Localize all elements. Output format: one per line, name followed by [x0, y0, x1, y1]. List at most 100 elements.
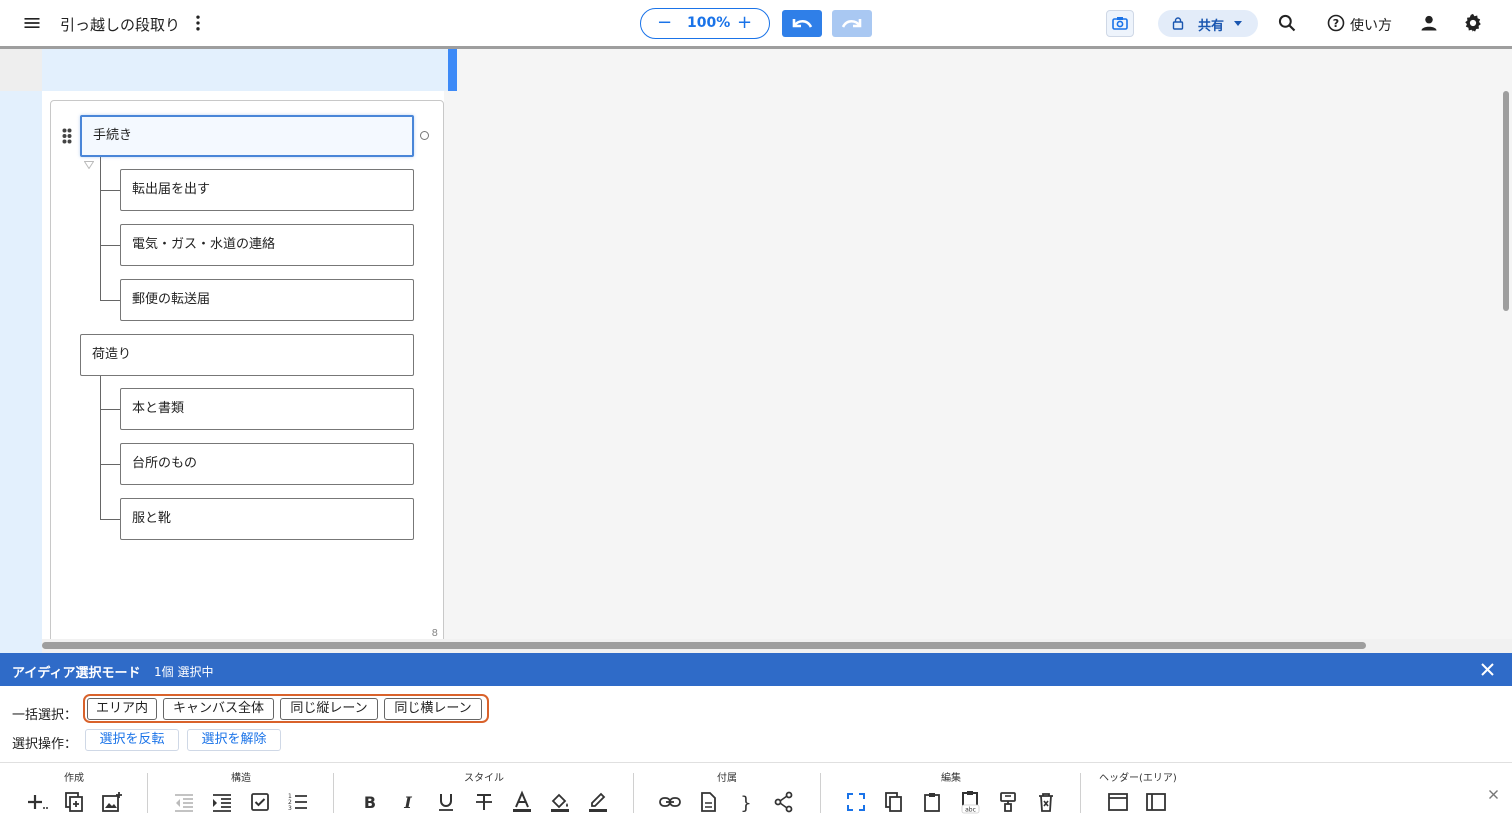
share-button[interactable]: 共有 [1158, 10, 1258, 37]
svg-text:B: B [364, 793, 376, 812]
idea-node[interactable]: 台所のもの [120, 443, 414, 485]
lane-resize-handle[interactable] [448, 49, 457, 91]
svg-text:?: ? [1333, 17, 1339, 30]
menu-icon[interactable] [22, 13, 42, 33]
paste-icon[interactable] [920, 790, 944, 814]
vertical-lane-header[interactable] [42, 49, 448, 91]
numbered-list-icon[interactable]: 123 [286, 790, 310, 814]
lock-icon [1172, 17, 1184, 30]
strikethrough-icon[interactable] [472, 790, 496, 814]
account-icon[interactable] [1419, 13, 1439, 33]
horizontal-scrollbar[interactable] [42, 642, 1366, 649]
group-label-attachments: 付属 [717, 773, 737, 784]
idea-node[interactable]: 荷造り [80, 334, 414, 376]
underline-icon[interactable] [434, 790, 458, 814]
more-vert-icon[interactable] [188, 13, 208, 33]
group-label-create: 作成 [64, 773, 84, 784]
text-color-icon[interactable] [510, 790, 534, 814]
svg-text:3: 3 [288, 805, 292, 812]
select-same-horizontal-lane-button[interactable]: 同じ横レーン [384, 698, 482, 720]
border-color-icon[interactable] [586, 790, 610, 814]
select-whole-canvas-button[interactable]: キャンバス全体 [163, 698, 274, 720]
outdent-icon[interactable] [172, 790, 196, 814]
toolbar-separator [147, 773, 148, 813]
connector-line [100, 300, 120, 301]
zoom-level: 100% [687, 15, 731, 31]
indent-icon[interactable] [210, 790, 234, 814]
paste-text-icon[interactable]: abc [958, 790, 982, 814]
group-label-header: ヘッダー(エリア) [1099, 773, 1177, 784]
checkbox-icon[interactable] [248, 790, 272, 814]
canvas[interactable]: 8 手続き 転出届を出す 電気・ガス・水道の連絡 郵便の転送届 荷造り 本と書類… [0, 49, 1512, 653]
caret-down-icon [1234, 21, 1242, 26]
toolbar-separator [820, 773, 821, 813]
bottom-toolbar: 作成 構造 スタイル 付属 編集 ヘッダー(エリア) 123 B I} abc [0, 762, 1512, 825]
copy-icon[interactable] [882, 790, 906, 814]
area-count: 8 [431, 628, 438, 639]
mode-title: アイディア選択モード [12, 666, 141, 681]
note-document-icon[interactable] [696, 790, 720, 814]
header-top-icon[interactable] [1106, 790, 1130, 814]
fill-color-icon[interactable] [548, 790, 572, 814]
help-icon[interactable]: ? [1327, 14, 1345, 32]
help-link[interactable]: 使い方 [1350, 15, 1392, 35]
toolbar-separator [333, 773, 334, 813]
idea-node[interactable]: 電気・ガス・水道の連絡 [120, 224, 414, 266]
svg-text:I: I [403, 793, 412, 812]
horizontal-lane-header[interactable] [0, 91, 42, 653]
close-toolbar-icon[interactable] [1488, 789, 1499, 800]
svg-text:}: } [740, 793, 751, 814]
vertical-scrollbar[interactable] [1503, 91, 1509, 311]
group-label-structure: 構造 [231, 773, 251, 784]
page-title[interactable]: 引っ越しの段取り [60, 14, 180, 35]
camera-icon [1112, 17, 1128, 30]
format-painter-icon[interactable] [996, 790, 1020, 814]
undo-icon [792, 19, 813, 28]
redo-button[interactable] [832, 10, 872, 37]
link-icon[interactable] [658, 790, 682, 814]
delete-icon[interactable] [1034, 790, 1058, 814]
group-label-style: スタイル [464, 773, 504, 784]
idea-node-selected[interactable]: 手続き [80, 115, 414, 157]
search-icon[interactable] [1277, 13, 1297, 33]
select-same-vertical-lane-button[interactable]: 同じ縦レーン [280, 698, 378, 720]
undo-button[interactable] [782, 10, 822, 37]
zoom-in-button[interactable]: + [737, 12, 752, 33]
share-label: 共有 [1198, 19, 1225, 34]
svg-text:abc: abc [965, 807, 976, 814]
invert-selection-button[interactable]: 選択を反転 [85, 729, 179, 751]
selection-count: 1個 選択中 [154, 665, 214, 679]
close-icon[interactable] [1480, 662, 1495, 677]
collapse-triangle-icon[interactable] [84, 161, 94, 169]
idea-node[interactable]: 服と靴 [120, 498, 414, 540]
snapshot-button[interactable] [1106, 10, 1134, 37]
clear-selection-button[interactable]: 選択を解除 [187, 729, 281, 751]
brace-icon[interactable]: } [734, 790, 758, 814]
zoom-out-button[interactable]: − [657, 12, 672, 33]
redo-icon [841, 19, 862, 28]
header-left-icon[interactable] [1144, 790, 1168, 814]
selection-mode-bar: アイディア選択モード 1個 選択中 [0, 653, 1512, 686]
group-label-edit: 編集 [941, 773, 961, 784]
connect-share-icon[interactable] [772, 790, 796, 814]
lane-corner [0, 49, 42, 91]
connection-handle-icon[interactable] [420, 131, 429, 140]
selection-ops-label: 選択操作： [12, 737, 78, 752]
idea-node[interactable]: 郵便の転送届 [120, 279, 414, 321]
select-frame-icon[interactable] [844, 790, 868, 814]
toolbar-separator [633, 773, 634, 813]
connector-line [100, 519, 120, 520]
bold-icon[interactable]: B [358, 790, 382, 814]
bulk-select-label: 一括選択： [12, 708, 78, 723]
idea-node[interactable]: 転出届を出す [120, 169, 414, 211]
idea-node[interactable]: 本と書類 [120, 388, 414, 430]
settings-gear-icon[interactable] [1462, 12, 1484, 34]
add-idea-icon[interactable] [25, 790, 49, 814]
select-in-area-button[interactable]: エリア内 [87, 698, 157, 720]
add-image-icon[interactable] [100, 790, 124, 814]
connector-line [100, 409, 120, 410]
drag-handle-icon[interactable] [62, 128, 72, 144]
connector-line [100, 375, 101, 520]
italic-icon[interactable]: I [396, 790, 420, 814]
duplicate-add-icon[interactable] [62, 790, 86, 814]
